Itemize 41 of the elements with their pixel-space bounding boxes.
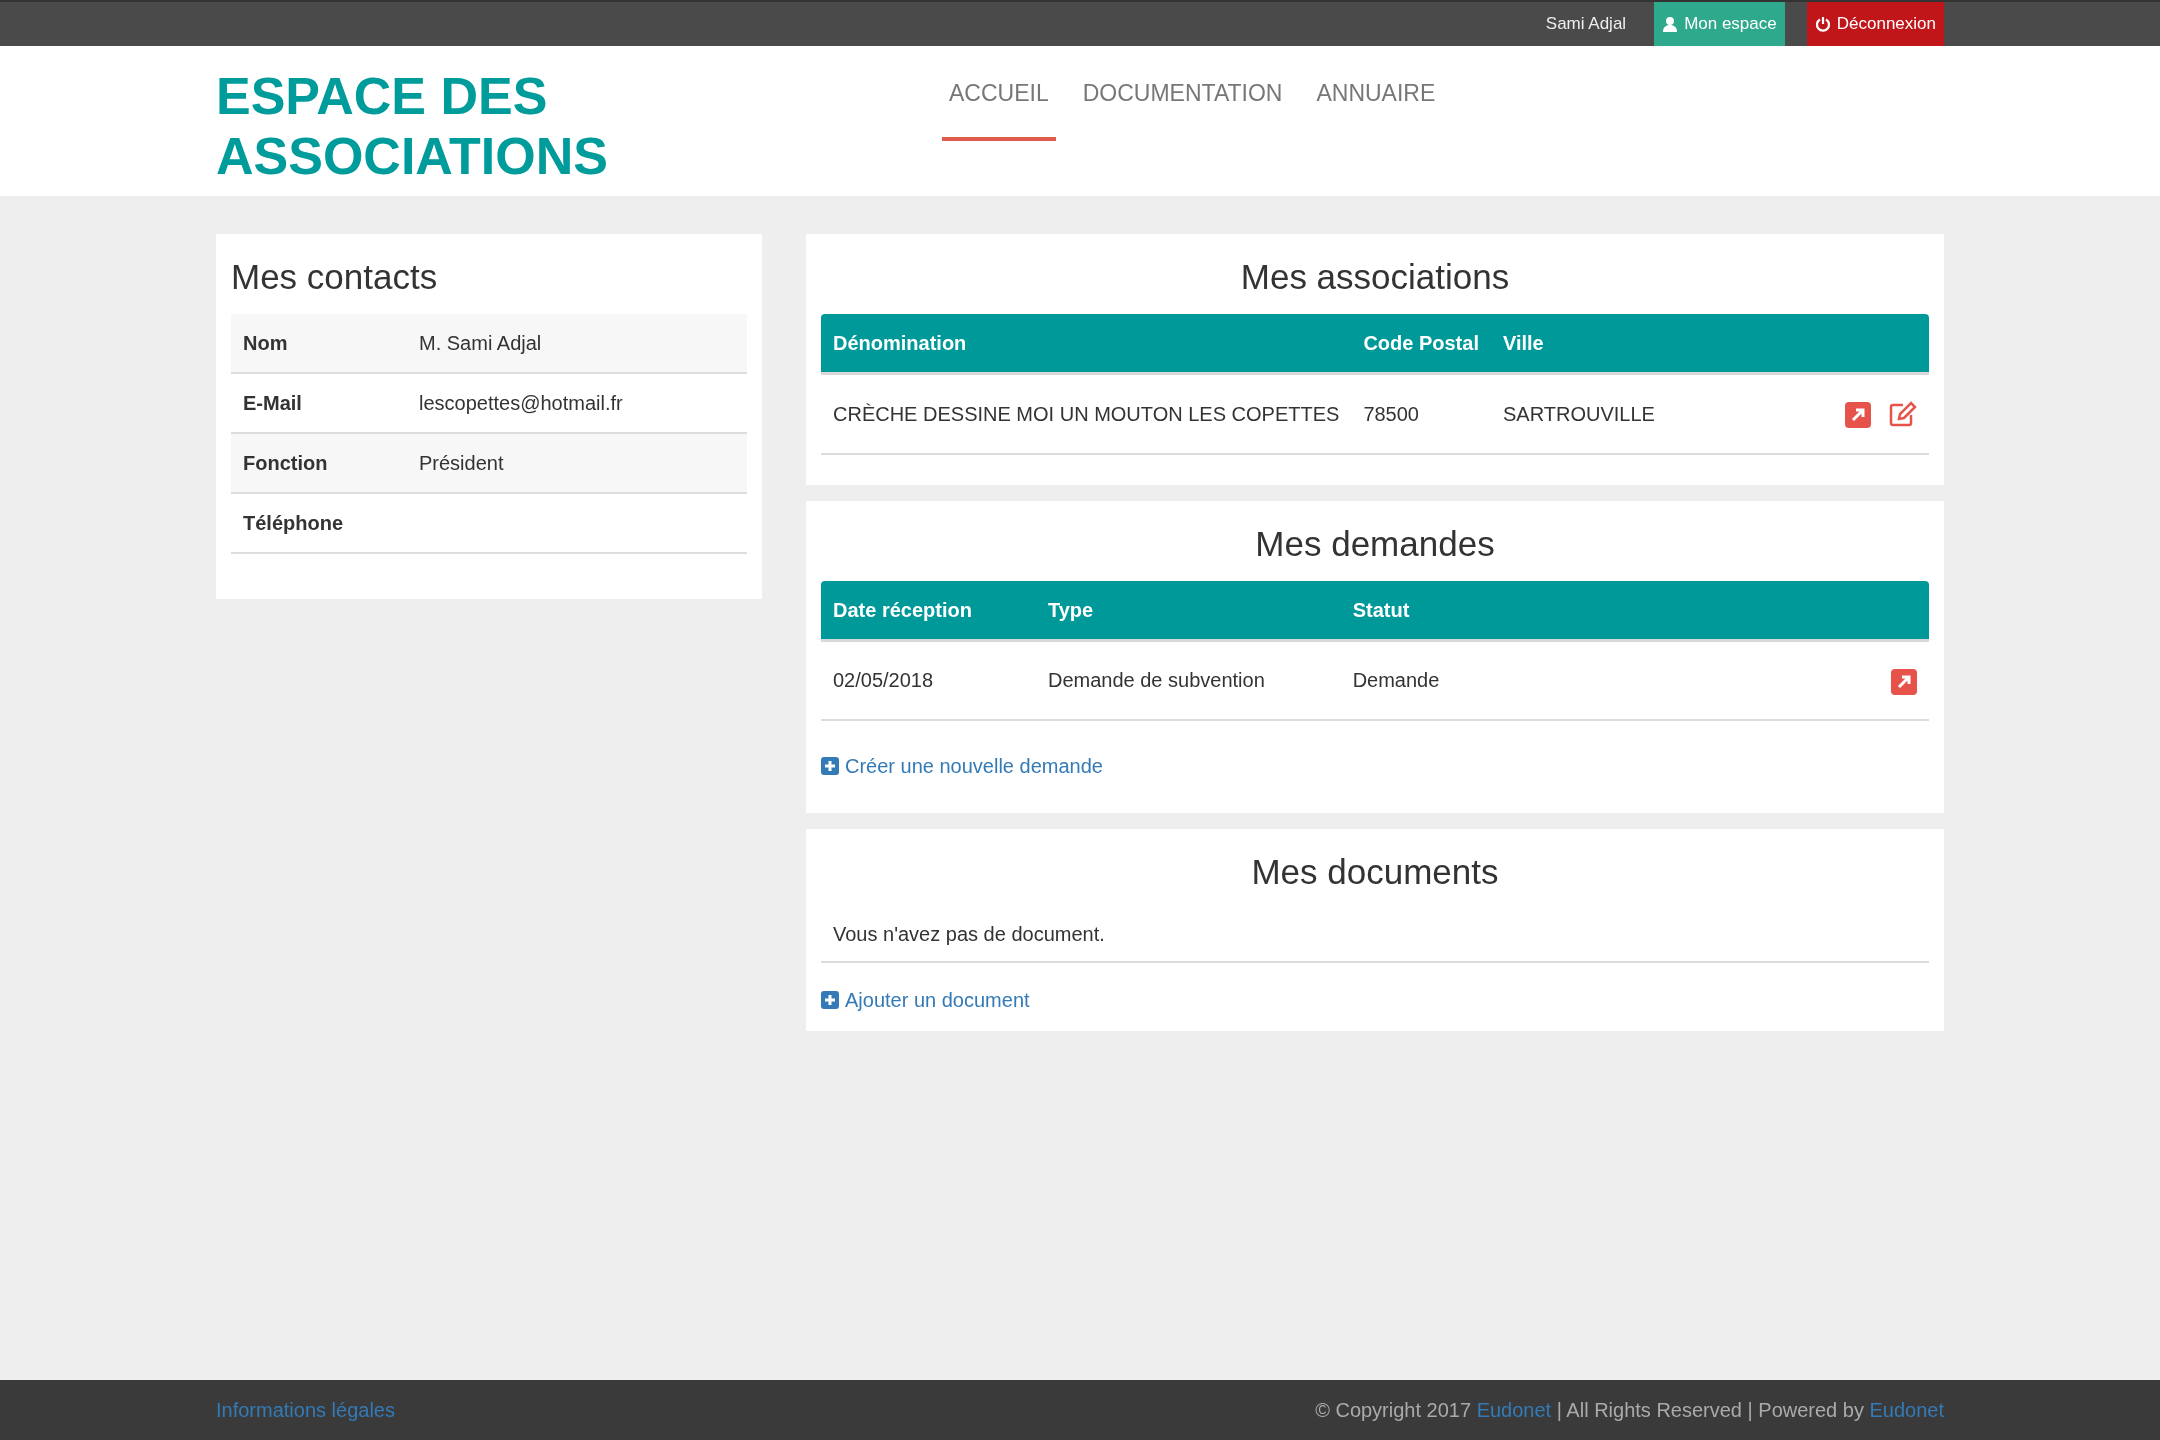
- eudonet-link[interactable]: Eudonet: [1476, 1399, 1552, 1421]
- copyright-text: © Copyright 2017 Eudonet | All Rights Reserved | Powered by Eudonet: [1315, 1398, 1944, 1423]
- user-name: Sami Adjal: [1545, 13, 1627, 36]
- user-icon: [1662, 16, 1679, 32]
- nav-tab[interactable]: ANNUAIRE: [1309, 66, 1443, 141]
- column-header: Date réception: [821, 580, 1036, 640]
- column-header: Ville: [1490, 314, 1667, 374]
- column-header: Dénomination: [821, 314, 1352, 374]
- plus-icon: [821, 757, 839, 775]
- open-button[interactable]: [1845, 402, 1871, 429]
- eudonet-link[interactable]: Eudonet: [1869, 1399, 1944, 1421]
- field-value: M. Sami Adjal: [407, 314, 747, 373]
- site-title: ESPACE DES ASSOCIATIONS: [216, 66, 609, 186]
- panel-heading: Mes documents: [1250, 851, 1500, 893]
- table-cell: 78500: [1351, 373, 1491, 454]
- field-value: Président: [407, 433, 747, 493]
- power-icon: [1814, 16, 1831, 32]
- field-label: Nom: [231, 314, 407, 373]
- table-cell: CRÈCHE DESSINE MOI UN MOUTON LES COPETTES: [821, 373, 1352, 454]
- column-header: Type: [1035, 580, 1341, 640]
- panel-heading: Mes demandes: [1254, 522, 1496, 565]
- panel-heading: Mes associations: [1239, 256, 1511, 298]
- logout-button[interactable]: Déconnexion: [1806, 2, 1944, 46]
- my-space-button[interactable]: Mon espace: [1654, 2, 1785, 46]
- plus-icon: [821, 991, 839, 1009]
- column-header: Code Postal: [1351, 314, 1491, 374]
- field-label: Téléphone: [231, 493, 407, 553]
- nav-tab[interactable]: DOCUMENTATION: [1075, 66, 1290, 141]
- panel-heading: Mes contacts: [231, 256, 439, 298]
- table-cell: SARTROUVILLE: [1490, 373, 1667, 454]
- table-cell: Demande: [1340, 640, 1541, 720]
- table-cell: Demande de subvention: [1035, 640, 1341, 720]
- nav-tab[interactable]: ACCUEIL: [942, 66, 1056, 141]
- add-link[interactable]: Créer une nouvelle demande: [821, 751, 1103, 781]
- empty-message: Vous n'avez pas de document.: [821, 909, 1929, 963]
- add-link[interactable]: Ajouter un document: [821, 985, 1030, 1015]
- legal-link[interactable]: Informations légales: [216, 1395, 395, 1425]
- open-button[interactable]: [1891, 668, 1917, 695]
- column-header: Statut: [1340, 580, 1541, 640]
- table-cell: 02/05/2018: [821, 640, 1036, 720]
- field-label: Fonction: [231, 433, 407, 493]
